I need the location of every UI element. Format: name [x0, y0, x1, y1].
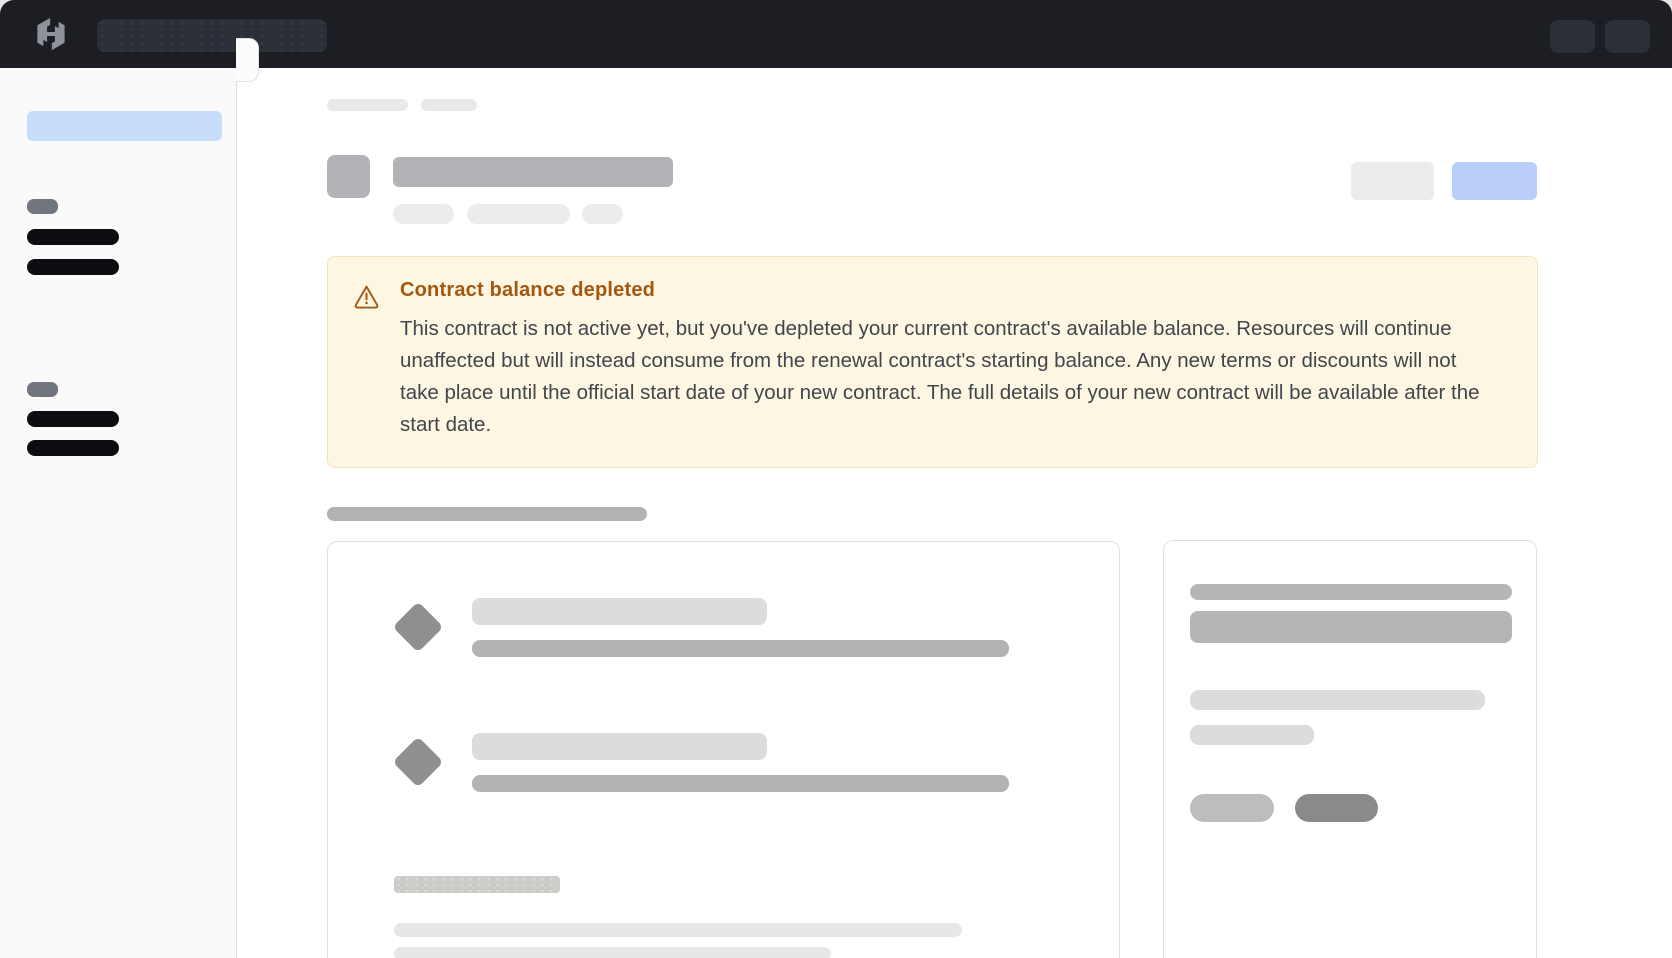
topbar-icon-button-2[interactable]: [1605, 20, 1650, 53]
timeline-item-title-placeholder: [472, 733, 767, 760]
app-window: Contract balance depleted This contract …: [0, 0, 1672, 958]
diamond-icon: [393, 602, 444, 653]
page-badge: [467, 204, 570, 224]
primary-button[interactable]: [1452, 162, 1537, 200]
sidebar-section-label-2: [27, 382, 58, 397]
summary-text-placeholder: [1190, 725, 1314, 745]
timeline-card: [327, 541, 1120, 958]
page-badge: [582, 204, 623, 224]
diamond-icon: [393, 737, 444, 788]
card-link-placeholder[interactable]: [394, 876, 560, 893]
warning-triangle-icon: [353, 283, 380, 310]
sidebar-section-label-1: [27, 199, 58, 214]
sidebar-active-item[interactable]: [27, 111, 222, 141]
card-footer-text-placeholder: [394, 947, 831, 958]
sidebar-nav-item[interactable]: [27, 411, 119, 427]
hashicorp-logo-icon[interactable]: [34, 17, 68, 51]
timeline-item-title-placeholder: [472, 598, 767, 625]
sidebar-nav-item[interactable]: [27, 259, 119, 275]
summary-value-placeholder: [1190, 611, 1512, 643]
warning-alert: Contract balance depleted This contract …: [327, 256, 1538, 468]
alert-title: Contract balance depleted: [400, 279, 1512, 302]
breadcrumb-item[interactable]: [327, 99, 408, 111]
topbar-icon-button-1[interactable]: [1550, 20, 1595, 53]
card-footer-text-placeholder: [394, 923, 962, 937]
topbar-search-placeholder[interactable]: [97, 19, 327, 52]
sidebar-nav-item[interactable]: [27, 229, 119, 245]
card-pill-button[interactable]: [1295, 794, 1378, 822]
section-title-placeholder: [327, 507, 647, 521]
breadcrumb-item[interactable]: [421, 99, 477, 111]
timeline-item-text-placeholder: [472, 775, 1009, 792]
page-title-placeholder: [393, 157, 673, 187]
sidebar-nav-item[interactable]: [27, 440, 119, 456]
summary-card: [1163, 540, 1537, 958]
alert-body: This contract is not active yet, but you…: [400, 313, 1495, 441]
card-pill-button[interactable]: [1190, 794, 1274, 822]
page-icon-placeholder: [327, 155, 370, 198]
sidebar-collapse-handle[interactable]: [236, 38, 259, 82]
secondary-button[interactable]: [1351, 162, 1434, 200]
summary-title-placeholder: [1190, 584, 1512, 600]
page-badge: [393, 204, 454, 224]
timeline-item-text-placeholder: [472, 640, 1009, 657]
summary-text-placeholder: [1190, 690, 1485, 710]
main-content: Contract balance depleted This contract …: [237, 68, 1672, 958]
sidebar: [0, 68, 237, 958]
